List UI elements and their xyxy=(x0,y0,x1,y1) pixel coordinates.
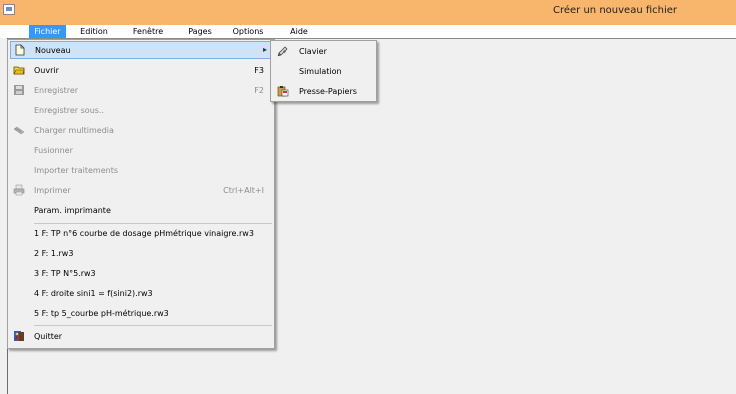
clipboard-icon xyxy=(277,86,289,97)
menu-item-label: 4 F: droite sini1 = f(sini2).rw3 xyxy=(34,289,153,298)
menu-options[interactable]: Options xyxy=(228,25,268,38)
menu-item-nouveau[interactable]: Nouveau ▸ xyxy=(10,41,272,59)
menu-item-enregistrer[interactable]: Enregistrer F2 xyxy=(10,82,272,100)
recent-file-2[interactable]: 2 F: 1.rw3 xyxy=(10,245,272,263)
window-title: Créer un nouveau fichier xyxy=(553,5,678,16)
menu-bar: Fichier Edition Fenêtre Pages Options Ai… xyxy=(0,25,736,38)
recent-file-1[interactable]: 1 F: TP n°6 courbe de dosage pHmétrique … xyxy=(10,225,272,243)
menu-item-importer-traitements[interactable]: Importer traitements xyxy=(10,162,272,180)
save-icon xyxy=(14,85,24,95)
menu-item-imprimer[interactable]: Imprimer Ctrl+Alt+I xyxy=(10,182,272,200)
menu-item-label: Enregistrer xyxy=(34,86,79,95)
fichier-dropdown-menu: Nouveau ▸ Ouvrir F3 Enregistrer F2 Enreg… xyxy=(7,39,275,349)
menu-item-param-imprimante[interactable]: Param. imprimante xyxy=(10,202,272,220)
menu-item-label: Quitter xyxy=(34,332,63,341)
menu-item-label: Charger multimedia xyxy=(34,126,114,135)
menu-item-label: Ouvrir xyxy=(34,66,59,75)
submenu-item-presse-papiers[interactable]: Presse-Papiers xyxy=(273,83,373,101)
open-folder-icon xyxy=(13,66,25,75)
nouveau-submenu: Clavier Simulation Presse-Papiers xyxy=(270,40,377,102)
menu-item-enregistrer-sous[interactable]: Enregistrer sous.. xyxy=(10,102,272,120)
pencil-keyboard-icon xyxy=(277,46,288,57)
menu-item-ouvrir[interactable]: Ouvrir F3 xyxy=(10,62,272,80)
recent-file-5[interactable]: 5 F: tp 5_courbe pH-métrique.rw3 xyxy=(10,305,272,323)
menu-item-quitter[interactable]: Quitter xyxy=(10,328,272,346)
exit-door-icon xyxy=(14,331,24,341)
title-bar: Créer un nouveau fichier xyxy=(0,0,736,25)
menu-item-label: 2 F: 1.rw3 xyxy=(34,249,74,258)
menu-item-label: Nouveau xyxy=(35,46,71,55)
menu-item-label: Param. imprimante xyxy=(34,206,111,215)
app-icon[interactable] xyxy=(3,4,15,15)
menu-item-shortcut: F3 xyxy=(254,66,264,75)
menu-fichier[interactable]: Fichier xyxy=(29,25,66,38)
menu-item-label: Importer traitements xyxy=(34,166,119,175)
menu-item-label: Enregistrer sous.. xyxy=(34,106,105,115)
menu-aide[interactable]: Aide xyxy=(285,25,313,38)
menu-pages[interactable]: Pages xyxy=(183,25,217,38)
menu-item-shortcut: F2 xyxy=(254,86,264,95)
menu-item-shortcut: Ctrl+Alt+I xyxy=(223,186,264,195)
multimedia-icon xyxy=(13,126,25,135)
menu-item-label: 3 F: TP N°5.rw3 xyxy=(34,269,96,278)
recent-file-4[interactable]: 4 F: droite sini1 = f(sini2).rw3 xyxy=(10,285,272,303)
new-file-icon xyxy=(15,44,25,56)
menu-separator xyxy=(34,223,272,224)
printer-icon xyxy=(13,184,25,196)
menu-separator xyxy=(34,325,272,326)
submenu-arrow-icon: ▸ xyxy=(262,45,267,54)
submenu-item-label: Presse-Papiers xyxy=(299,87,357,96)
menu-item-label: 1 F: TP n°6 courbe de dosage pHmétrique … xyxy=(34,229,254,238)
submenu-item-label: Clavier xyxy=(299,47,327,56)
menu-item-charger-multimedia[interactable]: Charger multimedia xyxy=(10,122,272,140)
menu-edition[interactable]: Edition xyxy=(73,25,115,38)
menu-item-label: Imprimer xyxy=(34,186,71,195)
menu-fenetre[interactable]: Fenêtre xyxy=(127,25,169,38)
submenu-item-label: Simulation xyxy=(299,67,342,76)
menu-item-label: Fusionner xyxy=(34,146,73,155)
menu-item-fusionner[interactable]: Fusionner xyxy=(10,142,272,160)
menu-item-label: 5 F: tp 5_courbe pH-métrique.rw3 xyxy=(34,309,169,318)
submenu-item-simulation[interactable]: Simulation xyxy=(273,63,373,81)
submenu-item-clavier[interactable]: Clavier xyxy=(273,43,373,61)
recent-file-3[interactable]: 3 F: TP N°5.rw3 xyxy=(10,265,272,283)
